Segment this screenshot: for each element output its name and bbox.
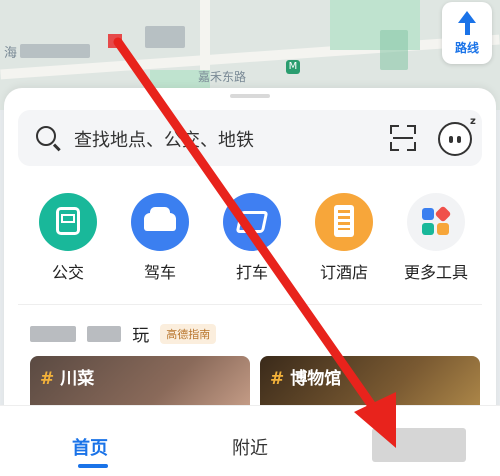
scan-icon[interactable] [390, 125, 416, 151]
bus-icon [39, 193, 97, 251]
tab-home[interactable]: 首页 [72, 434, 108, 460]
map-blurred-label [20, 44, 90, 58]
quick-action-label: 公交 [51, 263, 84, 282]
blurred-text [30, 325, 76, 342]
card-label: # 博物馆 [270, 369, 342, 389]
tab-active-indicator [78, 464, 108, 468]
search-input[interactable]: 查找地点、公交、地铁 [74, 126, 254, 152]
quick-actions: 公交 驾车 打车 订酒店 更多工具 [4, 193, 496, 293]
route-arrow-stem [464, 22, 470, 35]
recommend-title: 玩 [132, 326, 150, 346]
bottom-tab-bar: 首页 附近 [0, 405, 500, 476]
card-label: # 川菜 [40, 369, 95, 389]
assistant-badge: z [470, 116, 476, 127]
blurred-text [87, 325, 122, 342]
search-bar[interactable]: 查找地点、公交、地铁 z [18, 110, 482, 166]
car-icon [131, 193, 189, 251]
location-pin-icon[interactable] [108, 34, 122, 48]
search-icon [36, 126, 56, 146]
recommend-header[interactable]: 玩 高德指南 [30, 321, 217, 346]
more-tools-icon [407, 193, 465, 251]
quick-action-label: 订酒店 [319, 263, 368, 282]
quick-action-more[interactable]: 更多工具 [394, 193, 478, 283]
route-button-label: 路线 [454, 40, 479, 55]
map-blurred-label [145, 26, 185, 48]
quick-action-hotel[interactable]: 订酒店 [302, 193, 386, 283]
quick-action-taxi[interactable]: 打车 [210, 193, 294, 283]
map-place-label: 海 [4, 46, 18, 61]
section-divider [18, 304, 482, 305]
route-button[interactable]: 路线 [442, 2, 492, 64]
tab-nearby[interactable]: 附近 [232, 434, 268, 460]
quick-action-bus[interactable]: 公交 [26, 193, 110, 283]
map-street-label: 嘉禾东路 [198, 70, 247, 84]
quick-action-label: 打车 [235, 263, 268, 282]
quick-action-label: 更多工具 [403, 263, 468, 282]
route-arrow-icon [458, 10, 476, 23]
taxi-icon [223, 193, 281, 251]
metro-station-icon[interactable]: M [286, 60, 300, 74]
assistant-bot-icon[interactable] [438, 122, 472, 156]
quick-action-drive[interactable]: 驾车 [118, 193, 202, 283]
recommend-tag: 高德指南 [160, 323, 217, 344]
map-blurred-area [380, 30, 408, 70]
quick-action-label: 驾车 [143, 263, 176, 282]
sheet-drag-handle[interactable] [230, 94, 270, 98]
hotel-icon [315, 193, 373, 251]
tab-blurred[interactable] [372, 428, 466, 462]
